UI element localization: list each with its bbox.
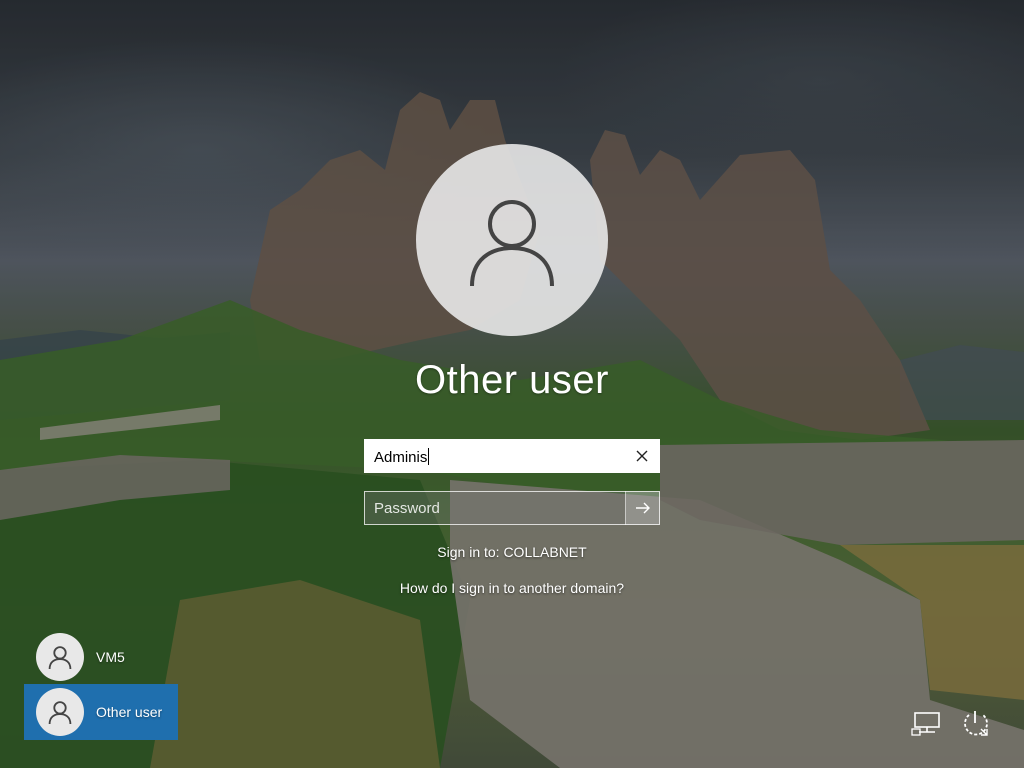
username-value: Adminis [374,449,428,466]
user-icon [48,646,72,670]
user-icon [48,701,72,725]
arrow-right-icon [636,502,650,514]
lock-screen: Other user Adminis Password Sign in to: … [0,0,1024,768]
clear-x-icon [636,450,648,462]
sign-in-domain-text: Sign in to: COLLABNET [437,544,587,560]
user-tile-vm5[interactable]: VM5 [24,629,178,685]
password-field[interactable]: Password [364,491,660,525]
tile-avatar [36,633,84,681]
power-icon [964,711,988,736]
network-icon [911,712,940,736]
power-button[interactable] [958,706,992,740]
network-button[interactable] [910,706,944,740]
tile-avatar [36,688,84,736]
user-icon [470,200,554,287]
clear-username-button[interactable] [625,440,659,472]
user-avatar [416,144,608,336]
other-domain-help-link[interactable]: How do I sign in to another domain? [312,580,712,596]
user-tile-other-user[interactable]: Other user [24,684,178,740]
text-caret [428,448,430,465]
user-name-title: Other user [415,358,609,402]
submit-button[interactable] [625,491,660,525]
user-tile-label: Other user [96,704,163,720]
username-field[interactable]: Adminis [364,439,660,473]
username-value-wrap: Adminis [374,448,430,466]
password-placeholder: Password [374,500,440,517]
user-tile-label: VM5 [96,649,125,665]
